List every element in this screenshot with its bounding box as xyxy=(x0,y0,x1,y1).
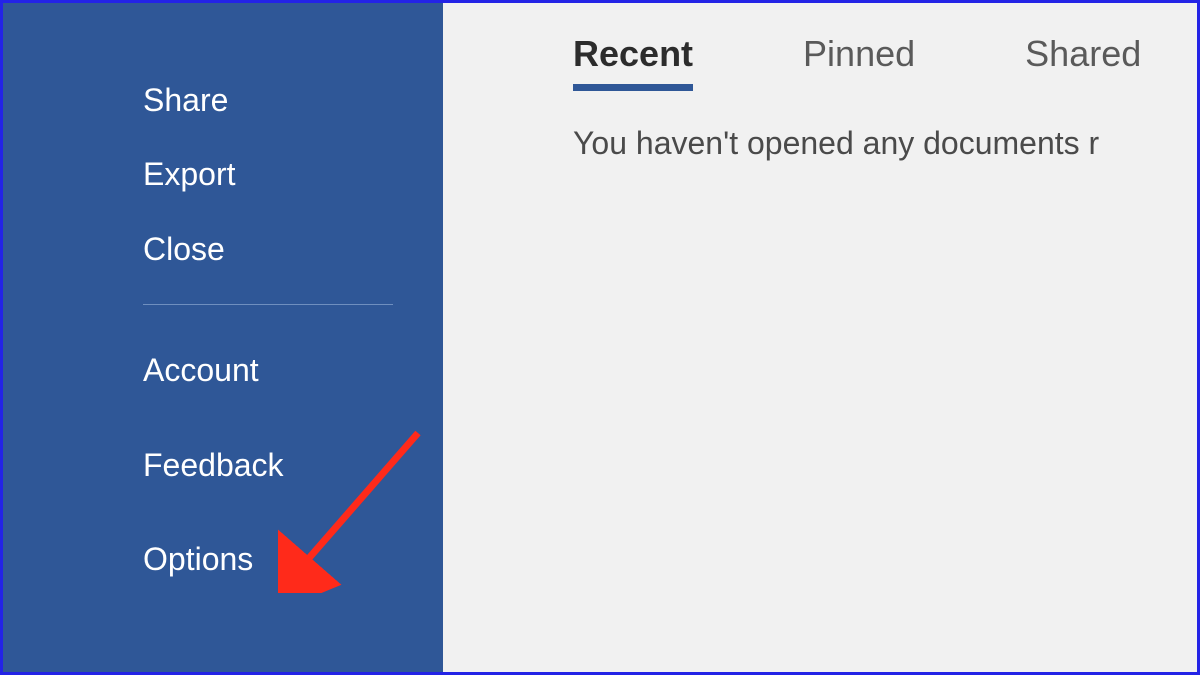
document-tabs: Recent Pinned Shared xyxy=(573,33,1197,85)
main-panel: Recent Pinned Shared You haven't opened … xyxy=(443,3,1197,672)
sidebar-item-account[interactable]: Account xyxy=(143,323,403,417)
backstage-view: Share Export Close Account Feedback Opti… xyxy=(3,3,1197,672)
tab-shared[interactable]: Shared xyxy=(1025,33,1141,85)
sidebar-divider xyxy=(143,304,393,305)
empty-state-message: You haven't opened any documents r xyxy=(573,125,1197,162)
tab-pinned[interactable]: Pinned xyxy=(803,33,915,85)
sidebar-item-export[interactable]: Export xyxy=(143,137,403,211)
sidebar-item-feedback[interactable]: Feedback xyxy=(143,418,403,512)
sidebar: Share Export Close Account Feedback Opti… xyxy=(3,3,443,672)
sidebar-item-options[interactable]: Options xyxy=(143,512,403,606)
tab-recent[interactable]: Recent xyxy=(573,33,693,85)
sidebar-item-share[interactable]: Share xyxy=(143,63,403,137)
sidebar-item-close[interactable]: Close xyxy=(143,212,403,286)
